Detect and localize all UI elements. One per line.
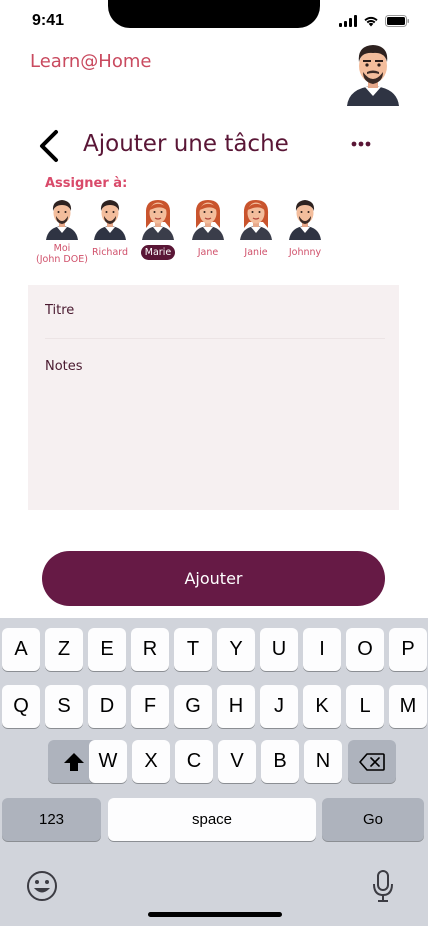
assignee-name: Jane xyxy=(197,247,219,258)
key-y[interactable]: Y xyxy=(217,628,255,671)
key-e[interactable]: E xyxy=(88,628,126,671)
male-avatar-icon xyxy=(94,200,126,240)
key-s[interactable]: S xyxy=(45,685,83,728)
assignee-item[interactable]: Marie xyxy=(130,198,186,260)
key-v[interactable]: V xyxy=(218,740,256,783)
key-w[interactable]: W xyxy=(89,740,127,783)
battery-icon xyxy=(385,15,409,27)
user-avatar[interactable] xyxy=(343,42,403,106)
app-brand: Learn@Home xyxy=(30,51,152,72)
backspace-icon xyxy=(359,752,385,771)
female-avatar-icon xyxy=(192,200,224,240)
assignee-item[interactable]: Johnny xyxy=(277,198,333,259)
cellular-signal-icon xyxy=(339,15,357,27)
key-p[interactable]: P xyxy=(389,628,427,671)
more-options-icon[interactable] xyxy=(346,134,376,154)
backspace-key[interactable] xyxy=(348,740,396,783)
key-o[interactable]: O xyxy=(346,628,384,671)
assignee-name: Marie xyxy=(140,245,176,260)
assignee-item[interactable]: Janie xyxy=(228,198,284,259)
home-indicator xyxy=(148,912,282,917)
key-t[interactable]: T xyxy=(174,628,212,671)
numbers-key[interactable]: 123 xyxy=(2,798,101,841)
task-form xyxy=(28,285,399,510)
key-i[interactable]: I xyxy=(303,628,341,671)
emoji-icon[interactable] xyxy=(26,870,58,902)
key-l[interactable]: L xyxy=(346,685,384,728)
key-f[interactable]: F xyxy=(131,685,169,728)
microphone-icon[interactable] xyxy=(372,870,394,902)
key-g[interactable]: G xyxy=(174,685,212,728)
status-icons xyxy=(339,15,410,27)
assignee-name: Johnny xyxy=(288,247,322,258)
shift-arrow-icon xyxy=(64,752,84,771)
key-j[interactable]: J xyxy=(260,685,298,728)
assignee-name: Moi (John DOE) xyxy=(36,243,88,265)
key-z[interactable]: Z xyxy=(45,628,83,671)
assignee-list: Moi (John DOE) Richard Marie Jane Janie Johnn… xyxy=(34,198,334,276)
key-a[interactable]: A xyxy=(2,628,40,671)
key-r[interactable]: R xyxy=(131,628,169,671)
camera-notch xyxy=(108,0,320,28)
page-title: Ajouter une tâche xyxy=(83,131,289,157)
key-n[interactable]: N xyxy=(304,740,342,783)
go-key[interactable]: Go xyxy=(322,798,424,841)
key-b[interactable]: B xyxy=(261,740,299,783)
assign-label: Assigner à: xyxy=(45,176,128,191)
task-notes-input[interactable] xyxy=(45,359,385,499)
wifi-icon xyxy=(364,16,378,27)
assignee-name: Janie xyxy=(244,247,268,258)
status-bar: 9:41 xyxy=(0,0,428,46)
key-u[interactable]: U xyxy=(260,628,298,671)
status-time: 9:41 xyxy=(32,12,65,29)
key-h[interactable]: H xyxy=(217,685,255,728)
back-chevron-icon[interactable] xyxy=(34,128,64,164)
female-avatar-icon xyxy=(240,200,272,240)
key-d[interactable]: D xyxy=(88,685,126,728)
female-avatar-icon xyxy=(142,200,174,240)
assignee-name: Richard xyxy=(91,247,129,258)
on-screen-keyboard: 123 space Go AZERTYUIOP QSDFGHJKLM WXCVBN xyxy=(0,618,428,926)
key-m[interactable]: M xyxy=(389,685,427,728)
key-q[interactable]: Q xyxy=(2,685,40,728)
key-k[interactable]: K xyxy=(303,685,341,728)
male-avatar-icon xyxy=(289,200,321,240)
space-key[interactable]: space xyxy=(108,798,316,841)
task-title-input[interactable] xyxy=(45,301,385,339)
key-c[interactable]: C xyxy=(175,740,213,783)
male-avatar-icon xyxy=(46,200,78,240)
key-x[interactable]: X xyxy=(132,740,170,783)
add-task-button[interactable]: Ajouter xyxy=(42,551,385,606)
